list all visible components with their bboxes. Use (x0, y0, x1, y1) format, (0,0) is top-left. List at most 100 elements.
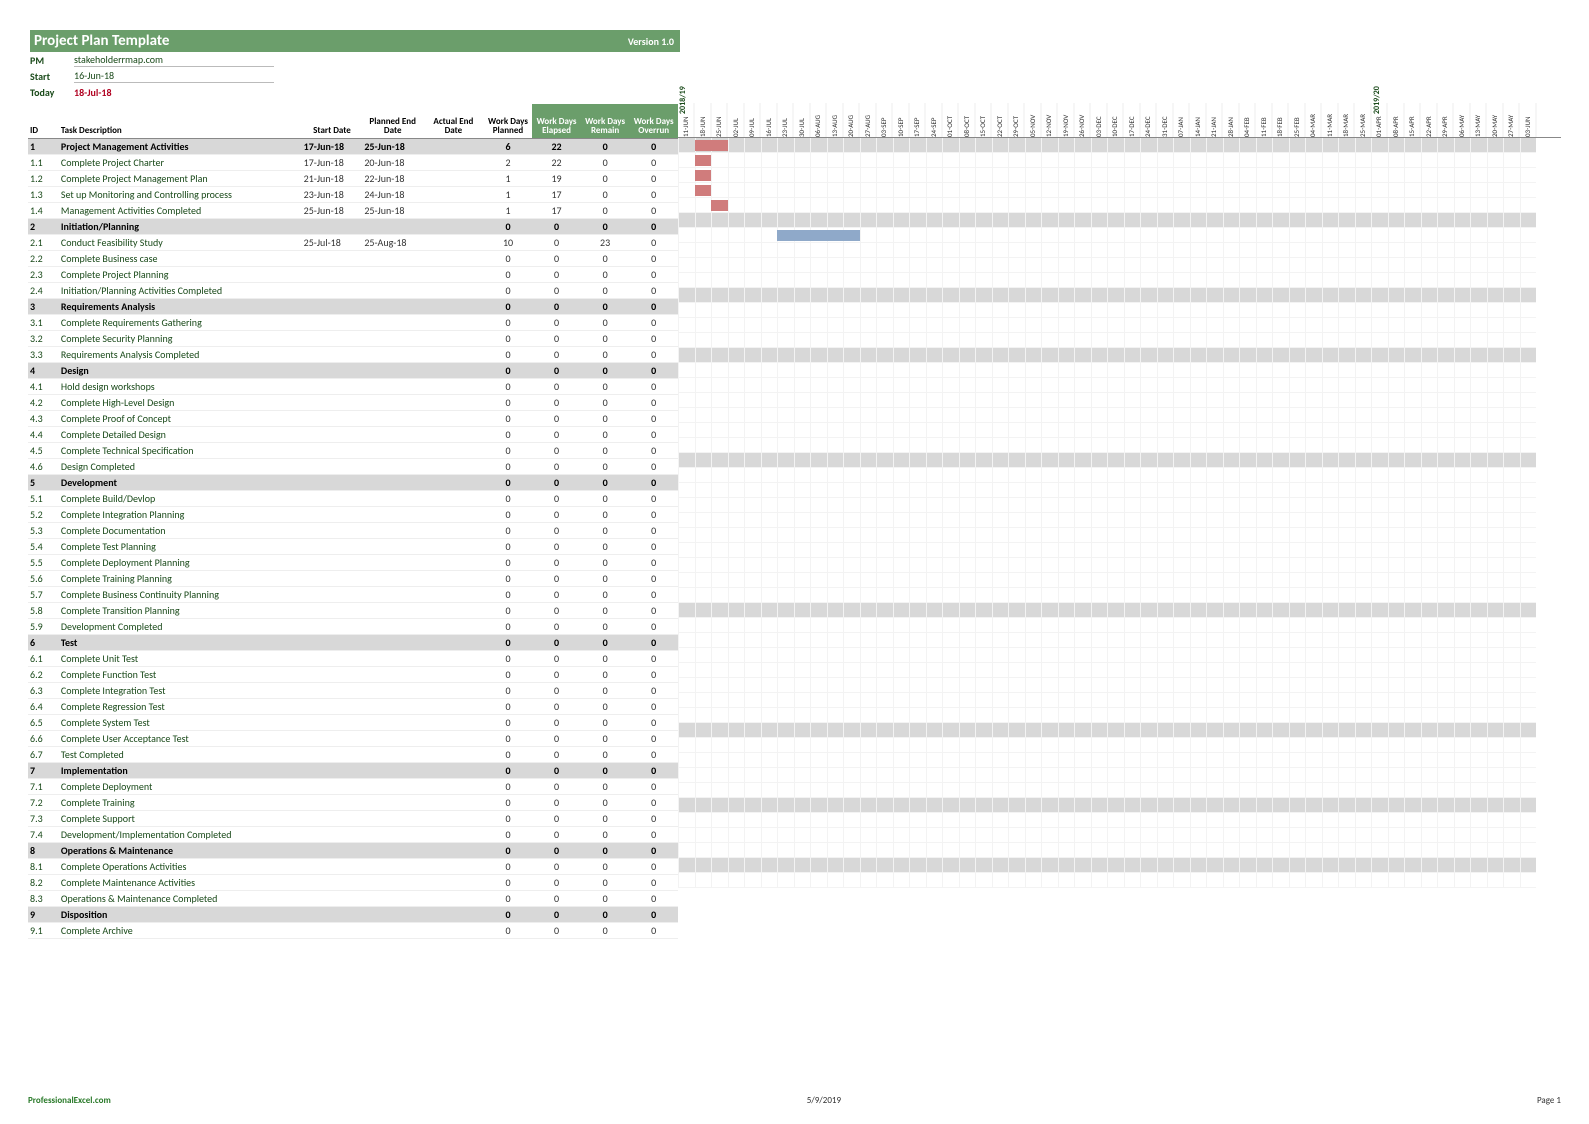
timeline-cell (1025, 738, 1042, 753)
timeline-cell (1190, 873, 1207, 888)
timeline-cell (1107, 858, 1124, 873)
timeline-cell (992, 183, 1009, 198)
timeline-cell (777, 858, 794, 873)
timeline-cell (1074, 633, 1091, 648)
timeline-cell (1173, 648, 1190, 663)
cell: Complete Operations Activities (59, 858, 302, 874)
timeline-cell (893, 828, 910, 843)
timeline-cell (777, 768, 794, 783)
cell: 0 (532, 506, 581, 522)
table-row: 2Initiation/Planning0000 (28, 218, 678, 234)
timeline-cell (992, 483, 1009, 498)
cell (362, 666, 423, 682)
timeline-cell (1025, 483, 1042, 498)
timeline-cell (843, 483, 860, 498)
timeline-cell (1503, 693, 1520, 708)
timeline-cell (909, 663, 926, 678)
timeline-cell (975, 648, 992, 663)
cell: 0 (581, 506, 630, 522)
timeline-col: 01-APR (1371, 103, 1388, 137)
timeline-cell (1206, 483, 1223, 498)
timeline-cell (761, 243, 778, 258)
timeline-cell (1107, 228, 1124, 243)
cell: Complete Build/Devlop (59, 490, 302, 506)
timeline-cell (1355, 318, 1372, 333)
timeline-cell (975, 678, 992, 693)
col-wdo: Work Days Overrun (629, 104, 678, 138)
cell (302, 554, 363, 570)
timeline-cell (876, 723, 893, 738)
timeline-cell (1190, 213, 1207, 228)
timeline-row (678, 228, 1561, 243)
cell (423, 554, 484, 570)
cell (362, 554, 423, 570)
timeline-cell (1190, 468, 1207, 483)
timeline-cell (909, 348, 926, 363)
timeline-cell (827, 423, 844, 438)
timeline-cell (1437, 393, 1454, 408)
timeline-cell (1470, 258, 1487, 273)
timeline-row (678, 738, 1561, 753)
timeline-cell (1338, 738, 1355, 753)
timeline-cell (1454, 663, 1471, 678)
timeline-cell (909, 723, 926, 738)
timeline-cell (1140, 828, 1157, 843)
timeline-cell (1025, 288, 1042, 303)
timeline-cell (1074, 303, 1091, 318)
timeline-cell (827, 618, 844, 633)
cell: 0 (484, 426, 533, 442)
table-row: 1Project Management Activities17-Jun-182… (28, 138, 678, 154)
timeline-cell (1355, 438, 1372, 453)
timeline-cell (876, 318, 893, 333)
timeline-cell (843, 393, 860, 408)
timeline-cell (1371, 723, 1388, 738)
timeline-cell (926, 663, 943, 678)
timeline-cell (1157, 558, 1174, 573)
timeline-row (678, 498, 1561, 513)
timeline-cell (1074, 618, 1091, 633)
timeline-cell (1091, 573, 1108, 588)
timeline-cell (1470, 513, 1487, 528)
timeline-cell (1487, 708, 1504, 723)
timeline-cell (975, 378, 992, 393)
cell: 0 (532, 570, 581, 586)
timeline-cell (744, 543, 761, 558)
timeline-cell (827, 753, 844, 768)
timeline-cell (909, 813, 926, 828)
timeline-cell (1272, 618, 1289, 633)
cell: 0 (629, 266, 678, 282)
timeline-cell (860, 603, 877, 618)
timeline-cell (1173, 543, 1190, 558)
timeline-row (678, 243, 1561, 258)
timeline-cell (1289, 468, 1306, 483)
timeline-cell (1041, 828, 1058, 843)
timeline-cell (1091, 303, 1108, 318)
timeline-cell (1503, 273, 1520, 288)
timeline-cell (1157, 258, 1174, 273)
timeline-cell (1124, 723, 1141, 738)
timeline-cell (1157, 738, 1174, 753)
timeline-cell (1025, 813, 1042, 828)
timeline-cell (744, 198, 761, 213)
timeline-cell (1025, 753, 1042, 768)
timeline-cell (1421, 303, 1438, 318)
timeline-cell (1223, 168, 1240, 183)
cell (302, 714, 363, 730)
cell: 6.3 (28, 682, 59, 698)
timeline-cell (678, 288, 695, 303)
timeline-col: 11-JUN (678, 103, 695, 137)
timeline-cell (992, 438, 1009, 453)
timeline-cell (1371, 153, 1388, 168)
timeline-cell (1289, 198, 1306, 213)
cell: Complete Integration Test (59, 682, 302, 698)
cell: 3.1 (28, 314, 59, 330)
timeline-cell (1305, 483, 1322, 498)
timeline-cell (1058, 858, 1075, 873)
timeline-cell (1091, 498, 1108, 513)
timeline-cell (1520, 153, 1537, 168)
timeline-cell (1404, 693, 1421, 708)
timeline-cell (1058, 318, 1075, 333)
timeline-cell (1124, 648, 1141, 663)
timeline-cell (1322, 798, 1339, 813)
cell: 0 (629, 442, 678, 458)
